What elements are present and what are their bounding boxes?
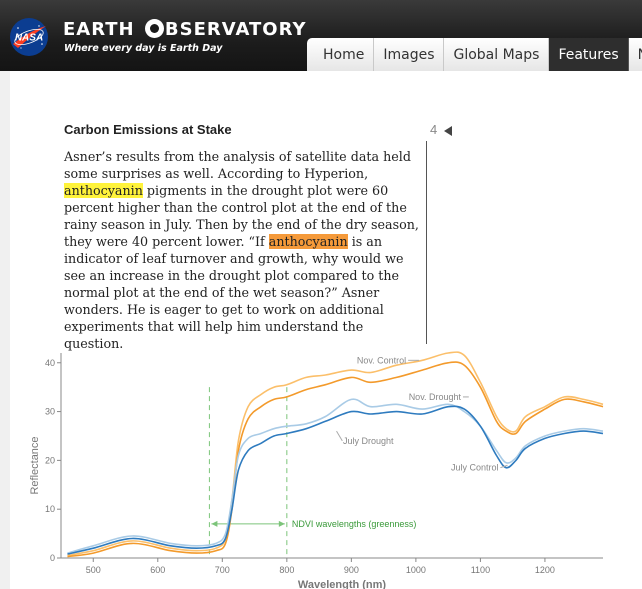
series-line-july-drought bbox=[67, 398, 604, 554]
highlight-anthocyanin-2: anthocyanin bbox=[268, 234, 348, 249]
y-tick-label: 30 bbox=[45, 407, 55, 417]
y-tick-label: 20 bbox=[45, 455, 55, 465]
x-tick-label: 1100 bbox=[471, 565, 490, 575]
y-tick-label: 0 bbox=[50, 553, 55, 563]
y-tick-label: 10 bbox=[45, 504, 55, 514]
nav-images[interactable]: Images bbox=[374, 38, 445, 71]
nav-features[interactable]: Features bbox=[549, 38, 629, 71]
body-text-part-3: is an indicator of leaf turnover and gro… bbox=[64, 234, 404, 351]
site-header: NASA EARTH BSERVATORY Where every day is… bbox=[0, 0, 642, 71]
nasa-logo[interactable]: NASA bbox=[9, 17, 49, 57]
series-label-july-drought: July Drought bbox=[343, 436, 394, 446]
site-tagline: Where every day is Earth Day bbox=[64, 43, 223, 54]
content-area: Carbon Emissions at Stake 4 Asner’s resu… bbox=[10, 71, 642, 589]
brand-o-icon bbox=[144, 19, 164, 38]
brand-observatory: BSERVATORY bbox=[164, 19, 307, 40]
reflectance-chart: 500 600 700 800 900 1000 1100 1200 0 10 20 30 40 Refl… bbox=[29, 351, 604, 589]
series-label-nov-control: Nov. Control bbox=[357, 355, 406, 365]
highlight-anthocyanin-1: anthocyanin bbox=[64, 183, 143, 198]
prev-page-icon[interactable] bbox=[444, 126, 452, 136]
brand-earth: EARTH bbox=[63, 19, 135, 40]
x-tick-label: 900 bbox=[344, 565, 359, 575]
article-body: Asner’s results from the analysis of sat… bbox=[64, 148, 424, 352]
x-axis-label: Wavelength (nm) bbox=[298, 579, 387, 589]
x-tick-label: 700 bbox=[215, 565, 230, 575]
x-tick-label: 800 bbox=[279, 565, 294, 575]
x-tick-label: 1200 bbox=[535, 565, 555, 575]
ndvi-arrow-right-icon bbox=[278, 520, 285, 527]
x-tick-label: 1000 bbox=[406, 565, 426, 575]
ndvi-annotation: NDVI wavelengths (greenness) bbox=[292, 519, 417, 529]
nav-global-maps[interactable]: Global Maps bbox=[444, 38, 550, 71]
nav-next-truncated[interactable]: Ne bbox=[628, 38, 642, 71]
ndvi-arrow-left-icon bbox=[211, 520, 218, 527]
body-text-part-1: Asner’s results from the analysis of sat… bbox=[64, 149, 411, 181]
page-number: 4 bbox=[430, 122, 438, 137]
main-nav: Home Images Global Maps Features Ne bbox=[307, 38, 642, 71]
series-label-nov-drought: Nov. Drought bbox=[409, 392, 462, 402]
site-brand[interactable]: EARTH BSERVATORY bbox=[63, 19, 306, 40]
x-tick-label: 600 bbox=[150, 565, 165, 575]
x-tick-label: 500 bbox=[86, 565, 101, 575]
column-divider bbox=[426, 141, 427, 344]
leader-july-drought bbox=[336, 430, 343, 442]
series-line-july-control bbox=[67, 405, 604, 555]
nasa-logo-text: NASA bbox=[15, 33, 43, 44]
series-label-july-control: July Control bbox=[451, 463, 499, 473]
article-title: Carbon Emissions at Stake bbox=[64, 122, 232, 137]
y-axis-label: Reflectance bbox=[29, 436, 41, 494]
y-tick-label: 40 bbox=[45, 358, 55, 368]
nav-home[interactable]: Home bbox=[307, 38, 375, 71]
